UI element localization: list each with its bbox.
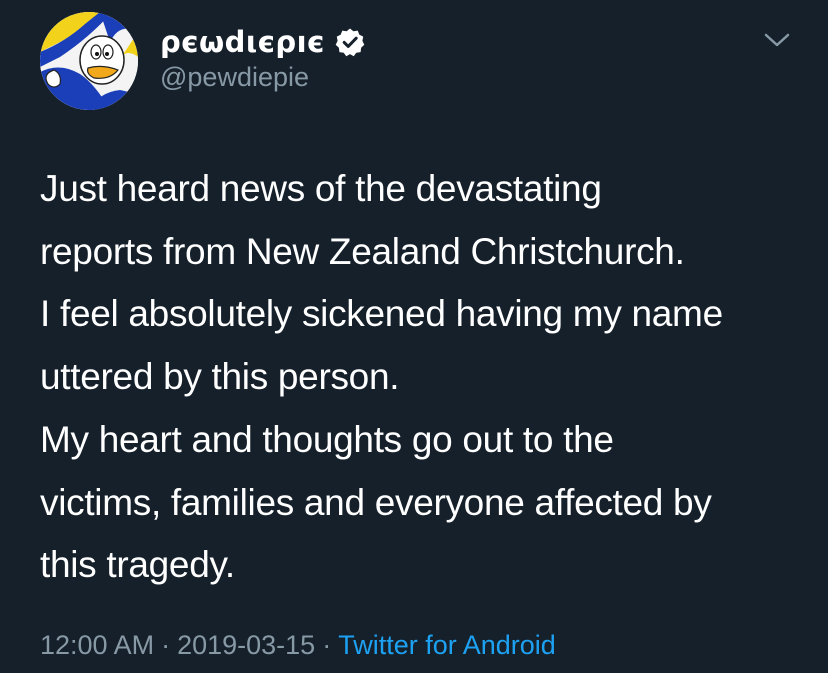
user-handle[interactable]: @pewdiepie	[160, 62, 309, 93]
tweet-card: ρєωdιєρıє @pewdiepie Just heard news of …	[0, 0, 828, 673]
avatar[interactable]	[40, 12, 138, 110]
tweet-text-line: reports from New Zealand Christchurch.	[40, 230, 685, 272]
tweet-text-line: Just heard news of the devastating	[40, 168, 602, 209]
chevron-down-icon[interactable]	[762, 30, 792, 50]
tweet-text: Just heard news of the devastating repor…	[40, 158, 810, 597]
tweet-time[interactable]: 12:00 AM	[40, 630, 154, 660]
display-name[interactable]: ρєωdιєρıє	[160, 25, 325, 59]
meta-separator: ·	[322, 630, 332, 660]
tweet-text-line: uttered by this person.	[40, 356, 400, 398]
meta-separator: ·	[161, 630, 171, 660]
tweet-text-line: victims, families and everyone affected …	[40, 481, 712, 523]
tweet-date[interactable]: 2019-03-15	[177, 630, 315, 660]
tweet-metadata: 12:00 AM · 2019-03-15 · Twitter for Android	[40, 630, 556, 661]
name-row: ρєωdιєρıє	[160, 22, 365, 62]
tweet-text-line: this tragedy.	[40, 544, 235, 586]
tweet-source-link[interactable]: Twitter for Android	[338, 630, 556, 660]
tweet-text-line: My heart and thoughts go out to the	[40, 418, 614, 460]
tweet-text-line: I feel absolutely sickened having my nam…	[40, 293, 723, 335]
verified-badge-icon	[335, 27, 365, 57]
